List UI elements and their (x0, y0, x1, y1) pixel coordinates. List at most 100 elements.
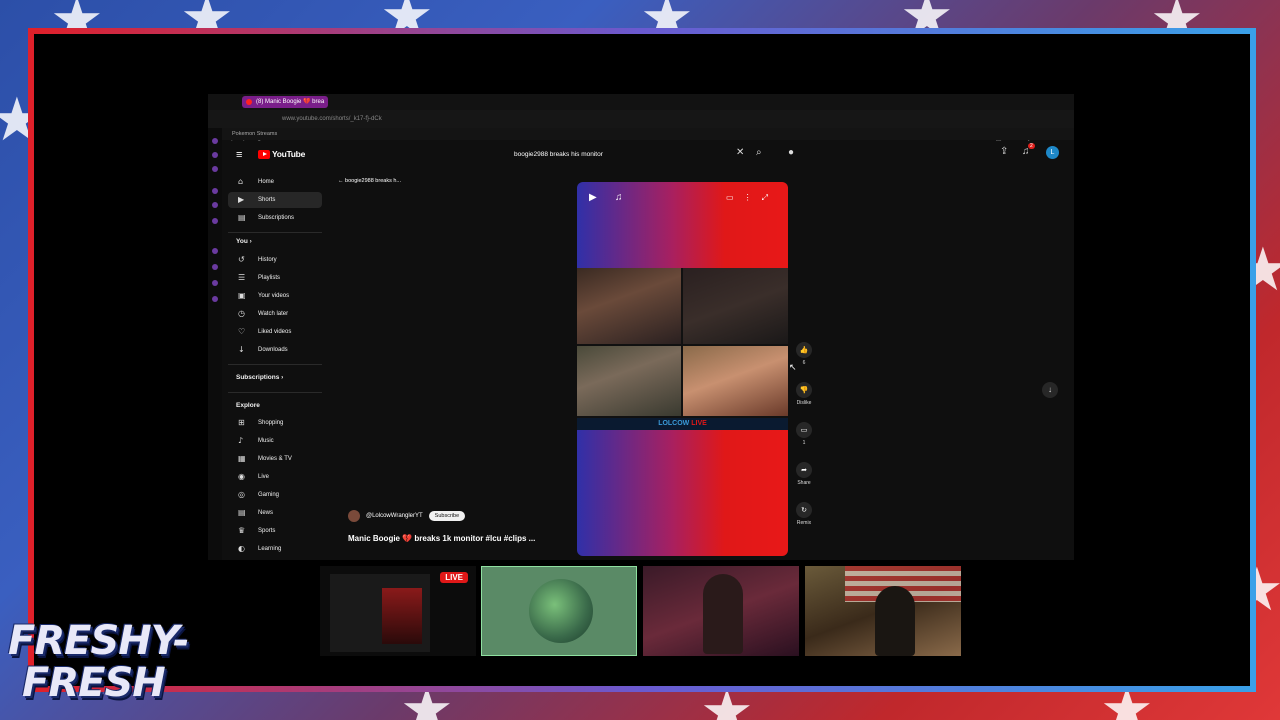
sidebar-item-label: Home (258, 179, 275, 185)
sidebar-item-your-videos[interactable]: ▣ Your videos (228, 288, 322, 304)
microphone-icon[interactable]: ● (788, 147, 794, 158)
sidebar-item-movies[interactable]: ▦ Movies & TV (228, 451, 322, 467)
learning-icon: ◐ (238, 544, 245, 553)
active-webcam (481, 566, 637, 656)
like-button[interactable]: 👍 6 (792, 342, 816, 366)
sidebar-item-liked-videos[interactable]: ♡ Liked videos (228, 324, 322, 340)
share-icon: ➦ (796, 462, 812, 478)
avatar[interactable]: L (1046, 146, 1059, 159)
sidebar-item-label: Liked videos (258, 329, 292, 335)
player-menu-icons[interactable]: ▭⋮⤢ (726, 193, 778, 203)
divider (228, 232, 322, 233)
share-button[interactable]: ➦ Share (792, 462, 816, 486)
sidebar-app-icon[interactable] (212, 218, 218, 224)
video-participant (577, 268, 681, 344)
sidebar-app-icon[interactable] (212, 202, 218, 208)
clear-search-icon[interactable]: ✕ (736, 147, 744, 158)
divider (228, 392, 322, 393)
upload-icon[interactable]: ⇪ (1000, 146, 1008, 157)
sidebar-item-gaming[interactable]: ◎ Gaming (228, 487, 322, 503)
sidebar-item-home[interactable]: ⌂ Home (228, 174, 322, 190)
sidebar-item-label: Playlists (258, 275, 281, 281)
sidebar-item-live[interactable]: ◉ Live (228, 469, 322, 485)
creature-avatar (529, 579, 593, 643)
lolcow-live-banner: LOLCOW LIVE (577, 418, 788, 430)
menu-icon[interactable]: ≡ (236, 149, 242, 161)
comment-count: 1 (802, 440, 806, 446)
youtube-sidebar: ⌂ Home ▶ Shorts ▤ Subscriptions You › ↺ … (222, 170, 332, 560)
sidebar-subscriptions-heading[interactable]: Subscriptions › (236, 374, 283, 381)
sidebar-app-icon[interactable] (212, 152, 218, 158)
sidebar-app-icon[interactable] (212, 138, 218, 144)
webcam-feed (643, 566, 799, 656)
youtube-logo[interactable]: YouTube (258, 149, 305, 159)
playlists-icon: ☰ (238, 273, 246, 282)
news-icon: ▤ (238, 508, 246, 517)
sidebar-item-subscriptions[interactable]: ▤ Subscriptions (228, 210, 322, 226)
sidebar-item-shorts[interactable]: ▶ Shorts (228, 192, 322, 208)
back-button[interactable]: ← boogie2988 breaks h... (338, 178, 401, 184)
sidebar-app-icon[interactable] (212, 280, 218, 286)
sidebar-you-heading[interactable]: You › (236, 238, 252, 245)
sidebar-app-icon[interactable] (212, 296, 218, 302)
sidebar-item-music[interactable]: ♪ Music (228, 433, 322, 449)
dislike-button[interactable]: 👎 Dislike (792, 382, 816, 406)
logo-line-1: FRESHY- (8, 618, 189, 664)
back-label: boogie2988 breaks h... (345, 178, 401, 184)
music-icon: ♪ (238, 436, 244, 445)
webcam-feed (805, 566, 961, 656)
sidebar-item-label: History (258, 257, 277, 263)
channel-avatar[interactable] (348, 510, 360, 522)
shorts-icon: ▶ (238, 195, 245, 204)
short-video-player[interactable]: ▶ ♫ ▭⋮⤢ LOLCOW LIVE (577, 182, 788, 556)
sidebar-item-news[interactable]: ▤ News (228, 505, 322, 521)
bookmark-item[interactable]: Pokemon Streams (232, 128, 277, 140)
divider (228, 364, 322, 365)
sidebar-app-icon[interactable] (212, 264, 218, 270)
sidebar-item-label: Your videos (258, 293, 290, 299)
freshy-fresh-logo: FRESHY- FRESH (8, 618, 228, 714)
you-heading-label: You (236, 238, 248, 245)
url-text: www.youtube.com/shorts/_k17-f}-dCk (282, 116, 382, 122)
sidebar-item-shopping[interactable]: ⊞ Shopping (228, 415, 322, 431)
bookmarks-bar: Pokemon Streams (208, 128, 1074, 140)
sidebar-item-label: Sports (258, 528, 276, 534)
streamer-figure (703, 574, 743, 654)
sidebar-item-label: News (258, 510, 274, 516)
search-input[interactable]: boogie2988 breaks his monitor (508, 146, 764, 164)
video-participant (683, 268, 788, 344)
mini-screen (330, 574, 430, 652)
search-icon[interactable]: ⌕ (756, 147, 762, 158)
subscribe-button[interactable]: Subscribe (428, 511, 466, 521)
sidebar-item-downloads[interactable]: ↓ Downloads (228, 342, 322, 358)
movies-icon: ▦ (238, 454, 246, 463)
sidebar-app-icon[interactable] (212, 248, 218, 254)
remix-button[interactable]: ↻ Remix (792, 502, 816, 526)
comments-button[interactable]: ▭ 1 (792, 422, 816, 446)
address-bar[interactable]: ‹ › ↻ www.youtube.com/shorts/_k17-f}-dCk… (208, 110, 1074, 143)
channel-name[interactable]: @LolcowWranglerYT (366, 513, 423, 519)
home-icon: ⌂ (238, 177, 244, 186)
sidebar-item-label: Music (258, 438, 274, 444)
live-badge: LIVE (440, 572, 468, 583)
volume-icon[interactable]: ♫ (615, 192, 623, 203)
channel-row: @LolcowWranglerYT Subscribe (348, 510, 466, 522)
share-label: Share (797, 480, 811, 486)
screen-share-thumbnail: LIVE (320, 566, 476, 656)
sidebar-app-icon[interactable] (212, 166, 218, 172)
sidebar-app-icon[interactable] (212, 188, 218, 194)
sidebar-item-learning[interactable]: ◐ Learning (228, 541, 322, 557)
browser-tab[interactable]: (8) Manic Boogie 💔 brea (242, 96, 328, 108)
short-title[interactable]: Manic Boogie 💔 breaks 1k monitor #lcu #c… (348, 534, 535, 543)
logo-line-2: FRESH (22, 660, 166, 706)
live-icon: ◉ (238, 472, 245, 481)
sidebar-item-sports[interactable]: ♛ Sports (228, 523, 322, 539)
history-icon: ↺ (238, 255, 245, 264)
sidebar-item-playlists[interactable]: ☰ Playlists (228, 270, 322, 286)
sidebar-item-history[interactable]: ↺ History (228, 252, 322, 268)
sidebar-item-label: Shorts (258, 197, 276, 203)
tab-bar: (8) Manic Boogie 💔 brea (208, 94, 1074, 110)
play-icon[interactable]: ▶ (589, 192, 597, 203)
sidebar-item-watch-later[interactable]: ◷ Watch later (228, 306, 322, 322)
next-short-button[interactable]: ↓ (1042, 382, 1058, 398)
